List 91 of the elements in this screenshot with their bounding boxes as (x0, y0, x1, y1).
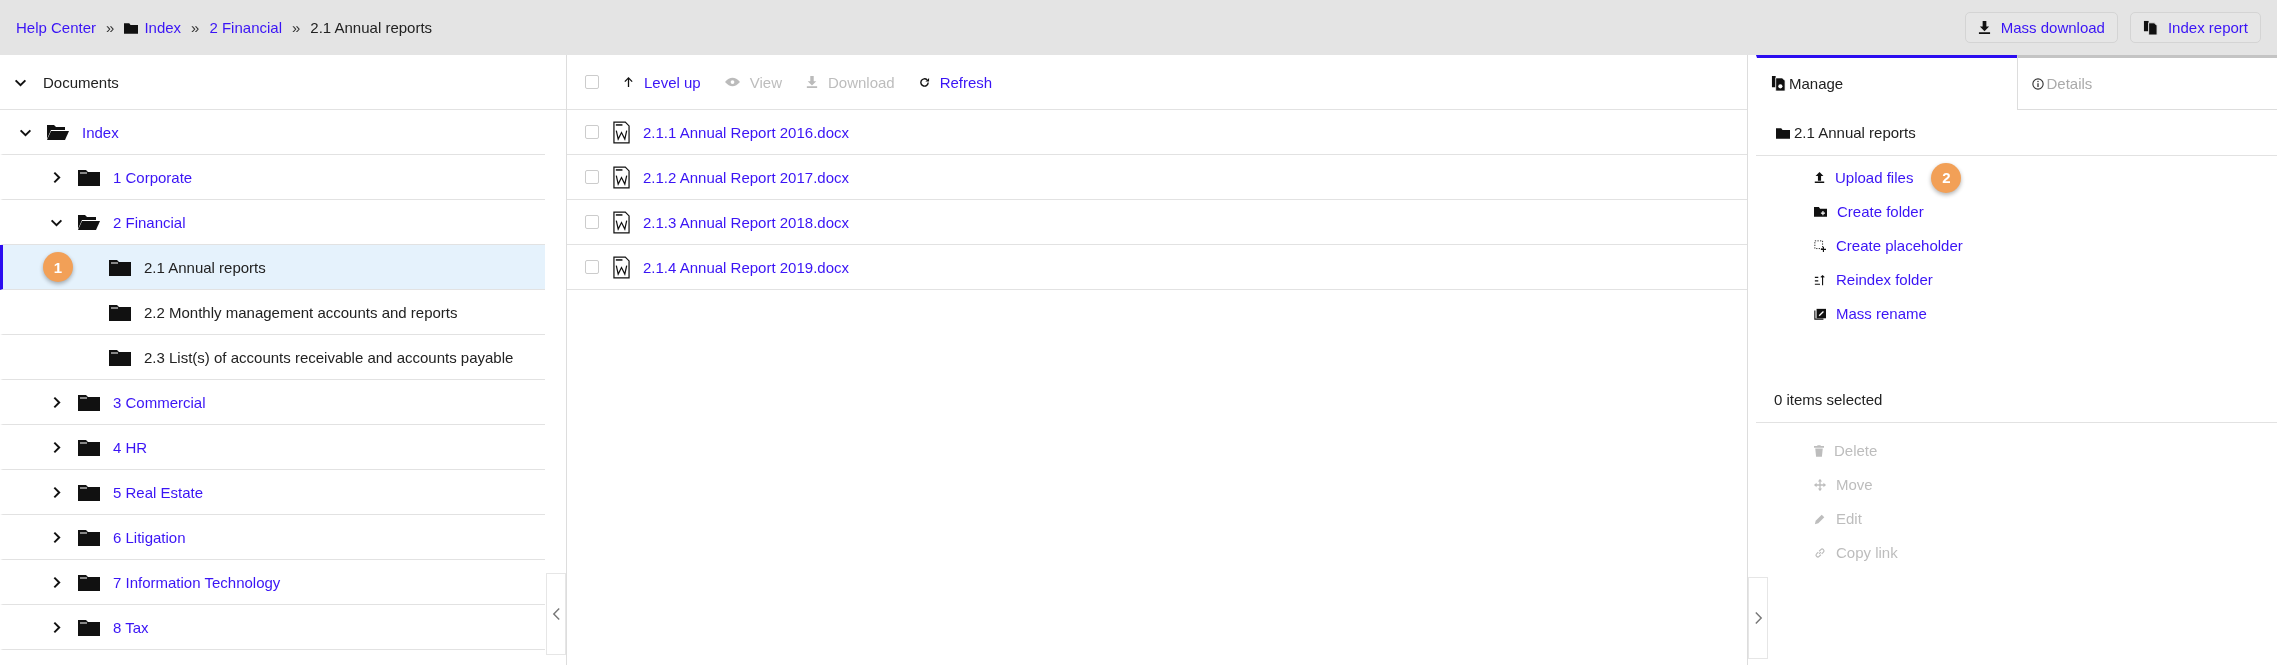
file-link[interactable]: 2.1.4 Annual Report 2019.docx (643, 258, 849, 276)
folder-link: 5 Real Estate (113, 483, 204, 501)
breadcrumb-link[interactable]: Index (144, 19, 182, 36)
open-folder-icon (47, 123, 69, 141)
file-link[interactable]: 2.1.1 Annual Report 2016.docx (643, 123, 849, 141)
folder-name: 2.1 Annual reports (144, 258, 266, 276)
callout-badge: 2 (1931, 162, 1962, 193)
open-folder-icon (78, 213, 100, 231)
mass-rename-action[interactable]: Mass rename (1814, 302, 1927, 325)
tree-row[interactable]: 8 Tax (0, 605, 545, 650)
dashed-box-plus-icon (1814, 239, 1826, 252)
folder-link: 8 Tax (113, 618, 149, 636)
folder-link: 2 Financial (113, 213, 186, 231)
word-document-icon (613, 120, 630, 144)
folder-icon (78, 438, 100, 456)
tree-row[interactable]: 5 Real Estate (0, 470, 545, 515)
file-link[interactable]: 2.1.3 Annual Report 2018.docx (643, 213, 849, 231)
callout-badge: 1 (43, 252, 73, 282)
create-folder-action[interactable]: Create folder (1814, 200, 1924, 223)
pencil-icon (1814, 512, 1826, 525)
folder-link: Index (82, 123, 119, 141)
folder-link: 7 Information Technology (113, 573, 281, 591)
folder-icon (109, 303, 131, 321)
link-icon (1814, 546, 1826, 559)
folder-icon (109, 258, 131, 276)
document-gear-icon (1771, 76, 1786, 91)
file-checkbox[interactable] (585, 170, 599, 184)
breadcrumb-link[interactable]: 2 Financial (209, 19, 282, 36)
select-all-checkbox[interactable] (585, 75, 599, 89)
expand-panel-handle[interactable] (1748, 577, 1768, 659)
current-folder-name: 2.1 Annual reports (1794, 124, 1916, 141)
sort-icon (1814, 273, 1826, 286)
move-arrows-icon (1814, 478, 1826, 491)
breadcrumb-separator: » (105, 19, 116, 36)
breadcrumb-separator: » (190, 19, 201, 36)
collapse-panel-handle[interactable] (546, 573, 566, 655)
tree-row[interactable]: 7 Information Technology (0, 560, 545, 605)
tree-row[interactable]: 3 Commercial (0, 380, 545, 425)
folder-icon (78, 483, 100, 501)
tree-row[interactable]: 6 Litigation (0, 515, 545, 560)
file-checkbox[interactable] (585, 125, 599, 139)
breadcrumb-current: 2.1 Annual reports (310, 19, 433, 36)
folder-icon (78, 393, 100, 411)
reindex-folder-action[interactable]: Reindex folder (1814, 268, 1933, 291)
breadcrumb-separator: » (291, 19, 302, 36)
folder-link: 3 Commercial (113, 393, 206, 411)
folder-icon (78, 573, 100, 591)
folder-name: 2.3 List(s) of accounts receivable and accounts payable (144, 348, 514, 366)
download-icon (805, 76, 818, 88)
tree-row[interactable]: 2.3 List(s) of accounts receivable and accounts payable (0, 335, 545, 380)
file-checkbox[interactable] (585, 260, 599, 274)
folder-icon (109, 348, 131, 366)
tree-row[interactable]: 4 HR (0, 425, 545, 470)
folder-icon (1776, 126, 1790, 139)
new-folder-icon (1814, 206, 1827, 217)
mass-download-button[interactable]: Mass download (1964, 12, 2118, 43)
selection-count: 0 items selected (1756, 377, 2277, 423)
refresh-icon (918, 76, 930, 88)
word-document-icon (613, 210, 630, 234)
file-checkbox[interactable] (585, 215, 599, 229)
word-document-icon (613, 255, 630, 279)
download-icon (1977, 21, 1991, 34)
eye-icon (724, 77, 740, 87)
level-up-button[interactable]: Level up (623, 73, 701, 91)
trash-icon (1814, 444, 1824, 457)
breadcrumb-link[interactable]: Help Center (16, 19, 97, 36)
documents-icon (2142, 20, 2158, 35)
folder-icon (78, 168, 100, 186)
tree-row[interactable]: Index (0, 110, 545, 155)
tree-row[interactable]: 2.2 Monthly management accounts and reports (0, 290, 545, 335)
chevron-right-icon (1753, 611, 1763, 625)
folder-icon (78, 528, 100, 546)
folder-link: 6 Litigation (113, 528, 186, 546)
folder-name: 2.2 Monthly management accounts and reports (144, 303, 458, 321)
chevron-left-icon (551, 607, 561, 621)
create-placeholder-action[interactable]: Create placeholder (1814, 234, 1963, 257)
arrow-up-icon (623, 76, 634, 88)
folder-link: 4 HR (113, 438, 148, 456)
word-document-icon (613, 165, 630, 189)
info-icon (2031, 77, 2044, 90)
upload-icon (1814, 172, 1825, 183)
tree-row[interactable]: 1 Corporate (0, 155, 545, 200)
tree-row-selected[interactable]: 1 2.1 Annual reports (0, 245, 545, 290)
manage-tab[interactable]: Manage (1756, 55, 2017, 110)
refresh-button[interactable]: Refresh (918, 73, 993, 91)
file-link[interactable]: 2.1.2 Annual Report 2017.docx (643, 168, 849, 186)
folder-link: 1 Corporate (113, 168, 193, 186)
index-report-button[interactable]: Index report (2129, 12, 2261, 43)
folder-icon (78, 618, 100, 636)
documents-heading: Documents (43, 73, 119, 91)
edit-box-icon (1814, 307, 1826, 320)
